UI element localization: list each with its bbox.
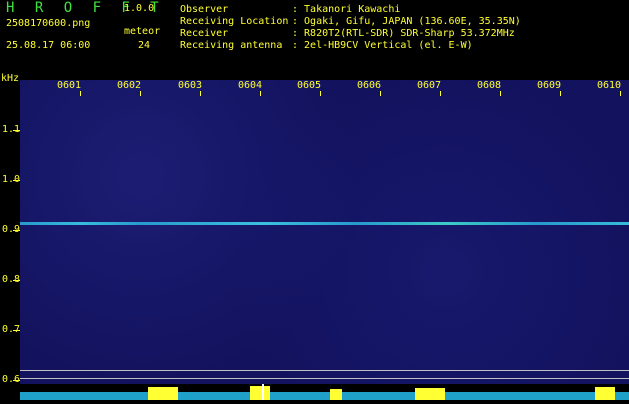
freq-tick — [13, 230, 20, 231]
time-tick — [80, 91, 81, 96]
freq-tick — [13, 330, 20, 331]
baseline-upper — [20, 370, 629, 371]
meteor-count: 24 — [138, 40, 151, 51]
time-tick-label: 0605 — [297, 80, 322, 91]
freq-tick — [13, 130, 20, 131]
observer-label: Observer — [180, 4, 229, 15]
time-tick-label: 0601 — [57, 80, 82, 91]
time-tick — [200, 91, 201, 96]
time-tick — [260, 91, 261, 96]
time-tick — [320, 91, 321, 96]
time-tick-label: 0607 — [417, 80, 442, 91]
receiver-value: : R820T2(RTL-SDR) SDR-Sharp 53.372MHz — [292, 28, 515, 39]
observer-value: : Takanori Kawachi — [292, 4, 401, 15]
time-tick — [560, 91, 561, 96]
time-tick — [440, 91, 441, 96]
app-version: 1.0.0 — [124, 3, 155, 14]
location-label: Receiving Location — [180, 16, 289, 27]
time-tick — [500, 91, 501, 96]
header-panel: H R O F F T 1.0.0 2508170600.png 25.08.1… — [0, 0, 629, 84]
antenna-value: : 2el-HB9CV Vertical (el. E-W) — [292, 40, 473, 51]
location-value: : Ogaki, Gifu, JAPAN (136.60E, 35.35N) — [292, 16, 521, 27]
time-tick-label: 0609 — [537, 80, 562, 91]
receiver-label: Receiver — [180, 28, 229, 39]
spectrogram — [20, 80, 629, 400]
time-tick-label: 0606 — [357, 80, 382, 91]
time-tick — [380, 91, 381, 96]
time-tick — [140, 91, 141, 96]
level-bars — [20, 384, 629, 400]
level-strip — [20, 384, 629, 400]
time-tick-label: 0610 — [597, 80, 622, 91]
time-tick-label: 0608 — [477, 80, 502, 91]
freq-tick — [13, 380, 20, 381]
time-tick-label: 0602 — [117, 80, 142, 91]
time-tick — [620, 91, 621, 96]
meteor-label: meteor — [124, 26, 161, 37]
date-time: 25.08.17 06:00 — [6, 40, 91, 51]
time-tick-label: 0603 — [178, 80, 203, 91]
freq-tick — [13, 280, 20, 281]
baseline-lower — [20, 378, 629, 379]
antenna-label: Receiving antenna — [180, 40, 283, 51]
freq-tick — [13, 180, 20, 181]
file-name: 2508170600.png — [6, 18, 91, 29]
unit-label: kHz — [1, 73, 20, 84]
time-tick-label: 0604 — [238, 80, 263, 91]
carrier-signal-trace — [20, 222, 629, 225]
